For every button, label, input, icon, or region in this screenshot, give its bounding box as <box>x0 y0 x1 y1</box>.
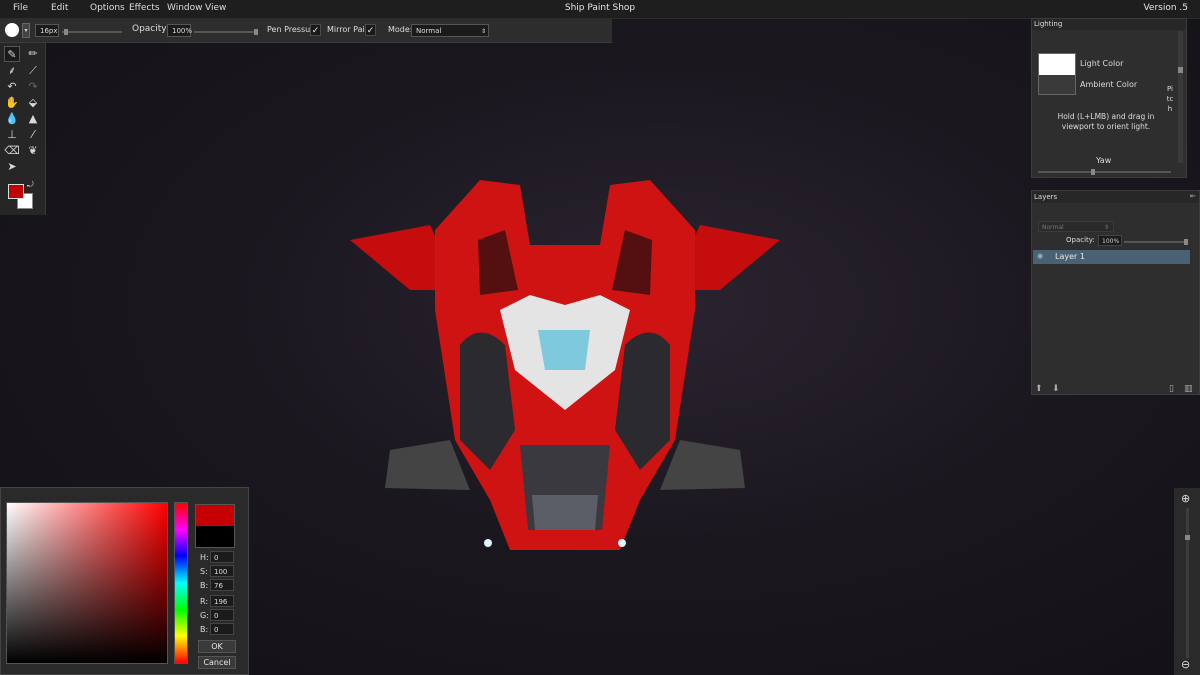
visibility-eye-icon[interactable]: ◉ <box>1037 252 1043 260</box>
move-layer-down-icon[interactable]: ⬇ <box>1052 384 1060 394</box>
r-field[interactable]: 196 <box>210 595 234 607</box>
blue-field[interactable]: 0 <box>210 623 234 635</box>
brush-size-slider[interactable] <box>62 29 122 35</box>
smudge-icon[interactable]: ⸙ <box>4 63 20 79</box>
collapse-icon[interactable]: ⇤ <box>1190 192 1196 200</box>
old-color-preview <box>196 526 234 547</box>
pitch-slider[interactable] <box>1178 31 1183 163</box>
layer-opacity-label: Opacity: <box>1066 236 1095 244</box>
h-field[interactable]: 0 <box>210 551 234 563</box>
menu-effects[interactable]: Effects <box>129 3 160 13</box>
blur-icon[interactable]: 💧 <box>4 111 20 127</box>
hue-slider[interactable] <box>174 502 188 664</box>
saturation-brightness-field[interactable] <box>6 502 168 664</box>
redo-icon[interactable]: ↷ <box>25 79 41 95</box>
options-bar: ▾ 16px Opacity: 100% Pen Pressure ✓ Mirr… <box>0 19 612 43</box>
chevron-updown-icon: ⇕ <box>1103 224 1109 231</box>
lighting-panel: Lighting Light Color Ambient Color Hold … <box>1031 18 1187 178</box>
move-layer-up-icon[interactable]: ⬆ <box>1035 384 1043 394</box>
sharpen-icon[interactable]: ▲ <box>25 111 41 127</box>
layers-panel: Layers Normal ⇕ Opacity: 100% ◉ Layer 1 … <box>1031 190 1200 395</box>
menu-view[interactable]: View <box>205 3 226 13</box>
mode-label: Mode: <box>388 25 413 34</box>
ambient-color-label: Ambient Color <box>1080 80 1138 89</box>
new-color-preview <box>196 505 234 526</box>
eyedropper-icon[interactable]: ⁄ <box>25 127 41 143</box>
brush-preset-dropdown[interactable]: ▾ <box>22 23 30 38</box>
mode-select[interactable]: Normal ⇕ <box>411 24 489 37</box>
stamp-icon[interactable]: ⊥ <box>4 127 20 143</box>
ambient-color-swatch[interactable] <box>1039 75 1075 94</box>
toolbox: ✎ ✏ ⸙ ⟋ ↶ ↷ ✋ ⬙ 💧 ▲ ⊥ ⁄ ⌫ ❦ ➤ ⤾ <box>0 43 46 215</box>
color-picker-panel: H: 0 S: 100 B: 76 R: 196 G: 0 B: 0 OK Ca… <box>0 487 249 675</box>
g-label: G: <box>200 611 209 620</box>
pitch-label: Pitch <box>1166 84 1174 114</box>
zoom-slider[interactable] <box>1185 508 1190 658</box>
layer-name: Layer 1 <box>1055 252 1085 261</box>
s-label: S: <box>200 567 208 576</box>
b-label: B: <box>200 581 209 590</box>
delete-layer-icon[interactable]: ▥ <box>1184 384 1193 394</box>
yaw-slider[interactable] <box>1038 169 1171 175</box>
opacity-label: Opacity: <box>132 24 169 34</box>
swap-colors-icon[interactable]: ⤾ <box>27 180 34 190</box>
line-icon[interactable]: ⟋ <box>25 63 41 79</box>
brush-preset-icon[interactable] <box>5 23 19 37</box>
h-label: H: <box>200 553 209 562</box>
light-color-swatches <box>1038 53 1076 95</box>
ok-button[interactable]: OK <box>198 640 236 653</box>
hand-icon[interactable]: ✋ <box>4 95 20 111</box>
brush-icon[interactable]: ✎ <box>4 46 20 62</box>
r-label: R: <box>200 597 209 606</box>
menu-window[interactable]: Window <box>167 3 203 13</box>
blend-mode-value: Normal <box>1042 224 1064 231</box>
light-color-label: Light Color <box>1080 59 1124 68</box>
s-field[interactable]: 100 <box>210 565 234 577</box>
menu-edit[interactable]: Edit <box>51 3 68 13</box>
menu-bar: File Edit Options Effects Window View Sh… <box>0 0 1200 19</box>
layers-panel-title: Layers <box>1032 191 1199 203</box>
foreground-color-swatch[interactable] <box>8 184 24 199</box>
menu-file[interactable]: File <box>13 3 28 13</box>
zoom-control: ⊕ ⊖ <box>1174 488 1200 675</box>
lighting-panel-title: Lighting <box>1032 19 1186 30</box>
app-version: Version .5 <box>1143 3 1188 13</box>
new-layer-icon[interactable]: ▯ <box>1169 384 1174 394</box>
opacity-field[interactable]: 100% <box>167 24 192 37</box>
mode-select-value: Normal <box>416 27 442 35</box>
b-field[interactable]: 76 <box>210 579 234 591</box>
menu-options[interactable]: Options <box>90 3 125 13</box>
eraser-icon[interactable]: ⌫ <box>4 143 20 159</box>
g-field[interactable]: 0 <box>210 609 234 621</box>
pen-pressure-checkbox[interactable]: ✓ <box>310 24 321 36</box>
zoom-in-icon[interactable]: ⊕ <box>1181 492 1190 505</box>
brush-size-field[interactable]: 16px <box>35 24 59 37</box>
layer-opacity-slider[interactable] <box>1124 239 1188 245</box>
zoom-out-icon[interactable]: ⊖ <box>1181 658 1190 671</box>
chevron-updown-icon: ⇕ <box>480 28 486 35</box>
mirror-paint-checkbox[interactable]: ✓ <box>365 24 376 36</box>
pointer-icon[interactable]: ➤ <box>4 159 20 175</box>
lighting-hint: Hold (L+LMB) and drag in viewport to ori… <box>1057 112 1155 131</box>
color-preview <box>195 504 235 548</box>
opacity-slider[interactable] <box>194 29 258 35</box>
cancel-button[interactable]: Cancel <box>198 656 236 669</box>
wing-icon[interactable]: ❦ <box>25 143 41 159</box>
blue-label: B: <box>200 625 209 634</box>
undo-icon[interactable]: ↶ <box>4 79 20 95</box>
pitch-label-text: Pitch <box>1166 85 1174 113</box>
pencil-icon[interactable]: ✏ <box>25 46 41 62</box>
layer-row[interactable]: ◉ Layer 1 <box>1033 250 1190 264</box>
blend-mode-select[interactable]: Normal ⇕ <box>1038 221 1114 232</box>
fill-icon[interactable]: ⬙ <box>25 95 41 111</box>
light-color-swatch[interactable] <box>1039 54 1075 75</box>
ship-model[interactable] <box>340 170 790 555</box>
layer-opacity-field[interactable]: 100% <box>1098 235 1122 246</box>
yaw-label: Yaw <box>1096 156 1112 165</box>
